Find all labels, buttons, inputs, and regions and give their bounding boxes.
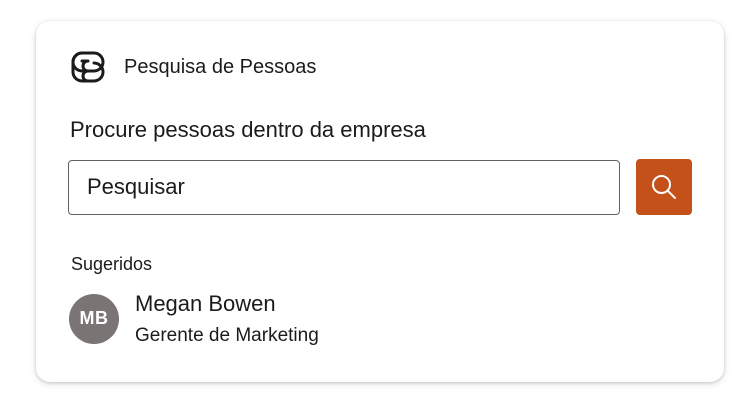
loop-logo-icon <box>66 45 110 89</box>
search-heading: Procure pessoas dentro da empresa <box>70 117 426 142</box>
search-row <box>68 159 692 215</box>
search-button[interactable] <box>636 159 692 215</box>
search-input[interactable] <box>68 159 620 215</box>
avatar: MB <box>69 293 119 344</box>
app-title: Pesquisa de Pessoas <box>124 55 317 78</box>
person-details: Megan Bowen Gerente de Marketing <box>135 289 319 348</box>
person-name: Megan Bowen <box>135 291 276 316</box>
people-search-card: Pesquisa de Pessoas Procure pessoas dent… <box>36 21 724 382</box>
suggested-label: Sugeridos <box>71 254 153 274</box>
card-header: Pesquisa de Pessoas <box>66 45 316 89</box>
person-role: Gerente de Marketing <box>135 325 319 346</box>
search-icon <box>649 172 679 202</box>
suggested-person-megan-bowen[interactable]: MB Megan Bowen Gerente de Marketing <box>69 289 319 348</box>
